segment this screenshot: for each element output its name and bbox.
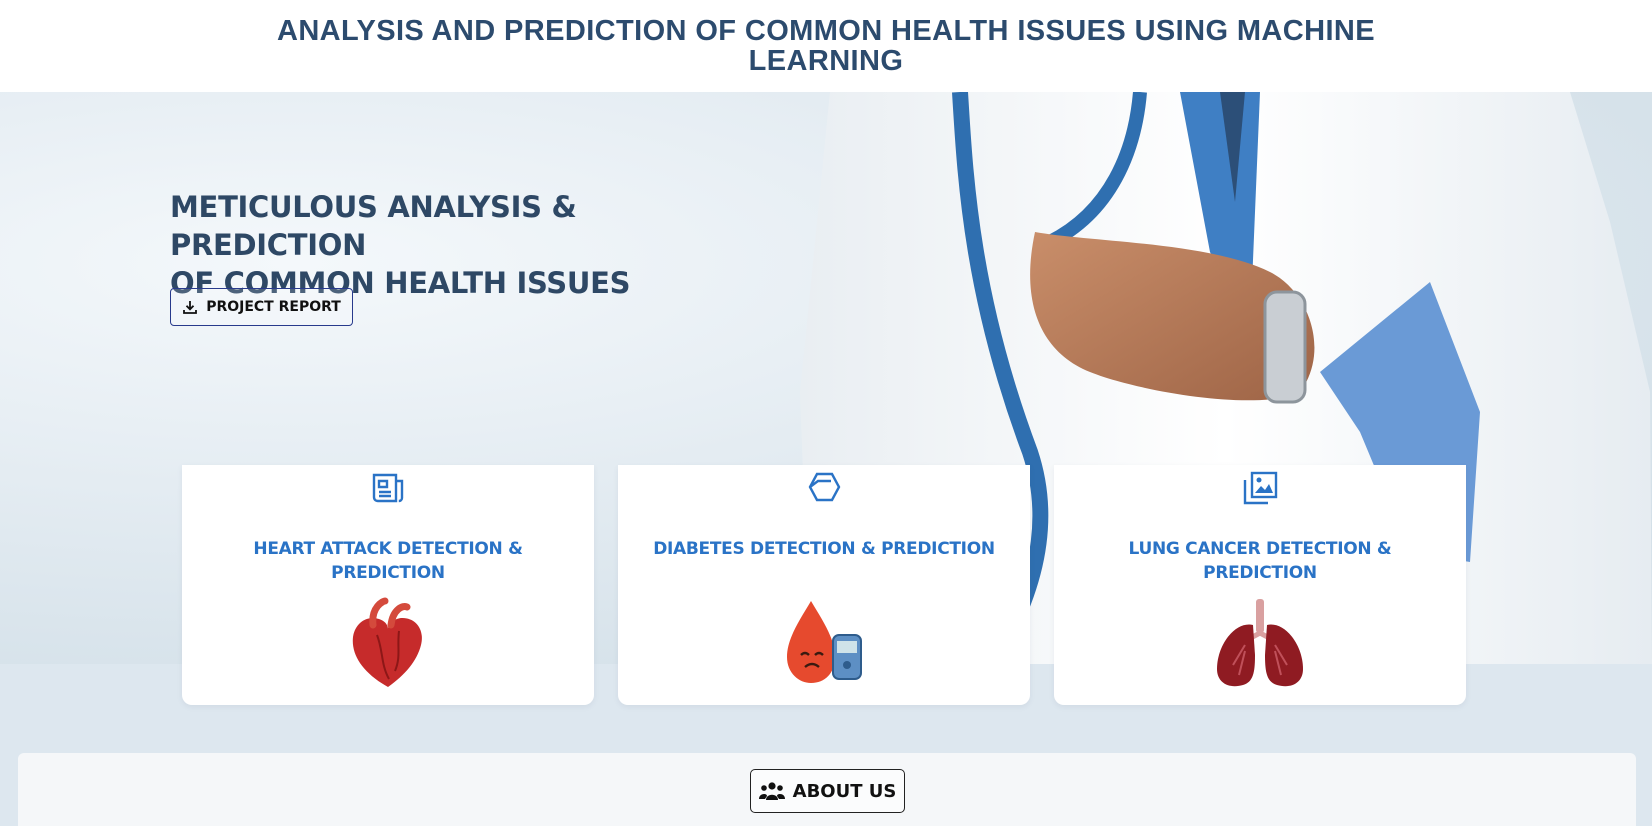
blood-drop-glucometer-illustration <box>787 601 862 683</box>
cube-icon <box>808 472 841 502</box>
card-diabetes[interactable]: DIABETES DETECTION & PREDICTION <box>618 465 1030 705</box>
download-icon <box>183 301 198 314</box>
hero-title: METICULOUS ANALYSIS & PREDICTION OF COMM… <box>170 188 770 302</box>
project-report-label: PROJECT REPORT <box>206 299 341 315</box>
document-icon <box>372 473 404 503</box>
card-heart-attack-title: HEART ATTACK DETECTION & PREDICTION <box>253 539 523 583</box>
card-heart-attack[interactable]: HEART ATTACK DETECTION & PREDICTION <box>182 465 594 705</box>
users-icon <box>758 782 785 800</box>
card-lung-cancer-title: LUNG CANCER DETECTION & PREDICTION <box>1128 539 1392 583</box>
top-header: ANALYSIS AND PREDICTION OF COMMON HEALTH… <box>0 0 1652 92</box>
card-diabetes-title: DIABETES DETECTION & PREDICTION <box>653 539 995 559</box>
about-us-label: ABOUT US <box>792 780 897 802</box>
lungs-illustration <box>1217 599 1303 687</box>
project-report-button[interactable]: PROJECT REPORT <box>170 288 353 326</box>
site-title: ANALYSIS AND PREDICTION OF COMMON HEALTH… <box>277 15 1375 77</box>
heart-illustration <box>352 597 422 687</box>
hero-title-line1: METICULOUS ANALYSIS & PREDICTION <box>170 190 577 262</box>
about-us-button[interactable]: ABOUT US <box>750 769 905 813</box>
images-icon <box>1243 471 1278 505</box>
card-lung-cancer[interactable]: LUNG CANCER DETECTION & PREDICTION <box>1054 465 1466 705</box>
